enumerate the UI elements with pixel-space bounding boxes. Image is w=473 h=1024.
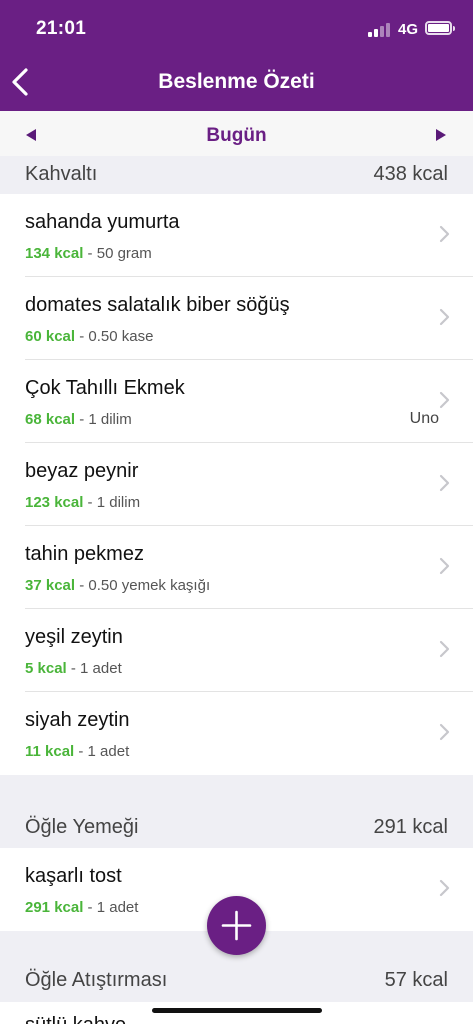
cellular-signal-icon <box>368 23 392 37</box>
next-day-button[interactable] <box>436 129 446 141</box>
food-row[interactable]: siyah zeytin 11 kcal - 1 adet <box>0 692 473 775</box>
meal-header-breakfast: Kahvaltı 438 kcal <box>0 156 473 194</box>
meal-kcal: 438 kcal <box>373 163 449 185</box>
food-row[interactable]: beyaz peynir 123 kcal - 1 dilim <box>0 443 473 526</box>
meal-kcal: 57 kcal <box>384 969 448 991</box>
food-amount: - 1 adet <box>74 743 130 760</box>
chevron-right-icon <box>439 308 450 326</box>
food-kcal: 291 kcal <box>25 899 84 916</box>
chevron-right-icon <box>439 640 450 658</box>
meal-kcal: 291 kcal <box>373 816 449 838</box>
food-kcal: 123 kcal <box>25 494 84 511</box>
network-type: 4G <box>398 21 419 38</box>
food-details: 291 kcal - 1 adet <box>25 899 138 916</box>
food-details: 37 kcal - 0.50 yemek kaşığı <box>25 577 210 594</box>
page-title: Beslenme Özeti <box>158 70 315 93</box>
meal-header-lunch: Öğle Yemeği 291 kcal <box>0 809 473 847</box>
food-row[interactable]: yeşil zeytin 5 kcal - 1 adet <box>0 609 473 692</box>
food-name: kaşarlı tost <box>25 865 122 887</box>
food-details: 5 kcal - 1 adet <box>25 660 122 677</box>
food-kcal: 37 kcal <box>25 577 76 594</box>
date-selector: Bugün <box>0 111 473 158</box>
food-amount: - 1 dilim <box>75 411 132 428</box>
status-time: 21:01 <box>36 18 87 39</box>
food-amount: - 1 adet <box>66 660 122 677</box>
food-name: domates salatalık biber söğüş <box>25 294 290 316</box>
food-details: 60 kcal - 0.50 kase <box>25 328 153 345</box>
food-kcal: 68 kcal <box>25 411 76 428</box>
chevron-right-icon <box>439 723 450 741</box>
food-amount: - 0.50 yemek kaşığı <box>75 577 211 594</box>
food-details: 123 kcal - 1 dilim <box>25 494 140 511</box>
meal-name: Kahvaltı <box>25 163 98 185</box>
food-name: sahanda yumurta <box>25 211 180 233</box>
current-date-label[interactable]: Bugün <box>0 125 473 147</box>
food-row[interactable]: domates salatalık biber söğüş 60 kcal - … <box>0 277 473 360</box>
food-brand: Uno <box>409 410 439 427</box>
food-row[interactable]: sütlü kahve <box>0 1002 473 1024</box>
food-kcal: 134 kcal <box>25 245 84 262</box>
add-food-button[interactable] <box>207 896 266 955</box>
meal-name: Öğle Atıştırması <box>25 969 168 991</box>
top-bar: 21:01 4G Beslenme Özeti <box>0 0 473 111</box>
food-kcal: 60 kcal <box>25 328 76 345</box>
food-name: yeşil zeytin <box>25 626 123 648</box>
status-bar: 21:01 4G <box>0 0 473 58</box>
food-amount: - 1 dilim <box>83 494 141 511</box>
food-kcal: 11 kcal <box>25 743 75 760</box>
chevron-right-icon <box>439 391 450 409</box>
battery-icon <box>425 21 455 35</box>
food-amount: - 0.50 kase <box>75 328 154 345</box>
chevron-right-icon <box>439 225 450 243</box>
food-details: 68 kcal - 1 dilim <box>25 411 132 428</box>
food-row[interactable]: tahin pekmez 37 kcal - 0.50 yemek kaşığı <box>0 526 473 609</box>
food-details: 11 kcal - 1 adet <box>25 743 129 760</box>
food-row[interactable]: Çok Tahıllı Ekmek 68 kcal - 1 dilim Uno <box>0 360 473 443</box>
food-name: siyah zeytin <box>25 709 130 731</box>
home-indicator[interactable] <box>152 1008 322 1013</box>
meal-header-afternoon-snack: Öğle Atıştırması 57 kcal <box>0 962 473 1000</box>
chevron-right-icon <box>439 557 450 575</box>
food-amount: - 1 adet <box>83 899 139 916</box>
food-kcal: 5 kcal <box>25 660 67 677</box>
meal-name: Öğle Yemeği <box>25 816 139 838</box>
chevron-right-icon <box>439 474 450 492</box>
food-name: Çok Tahıllı Ekmek <box>25 377 185 399</box>
food-name: sütlü kahve <box>25 1014 126 1024</box>
food-row[interactable]: sahanda yumurta 134 kcal - 50 gram <box>0 194 473 277</box>
chevron-right-icon <box>439 879 450 897</box>
food-details: 134 kcal - 50 gram <box>25 245 152 262</box>
food-name: beyaz peynir <box>25 460 139 482</box>
food-amount: - 50 gram <box>83 245 152 262</box>
food-name: tahin pekmez <box>25 543 144 565</box>
plus-icon <box>221 910 252 941</box>
